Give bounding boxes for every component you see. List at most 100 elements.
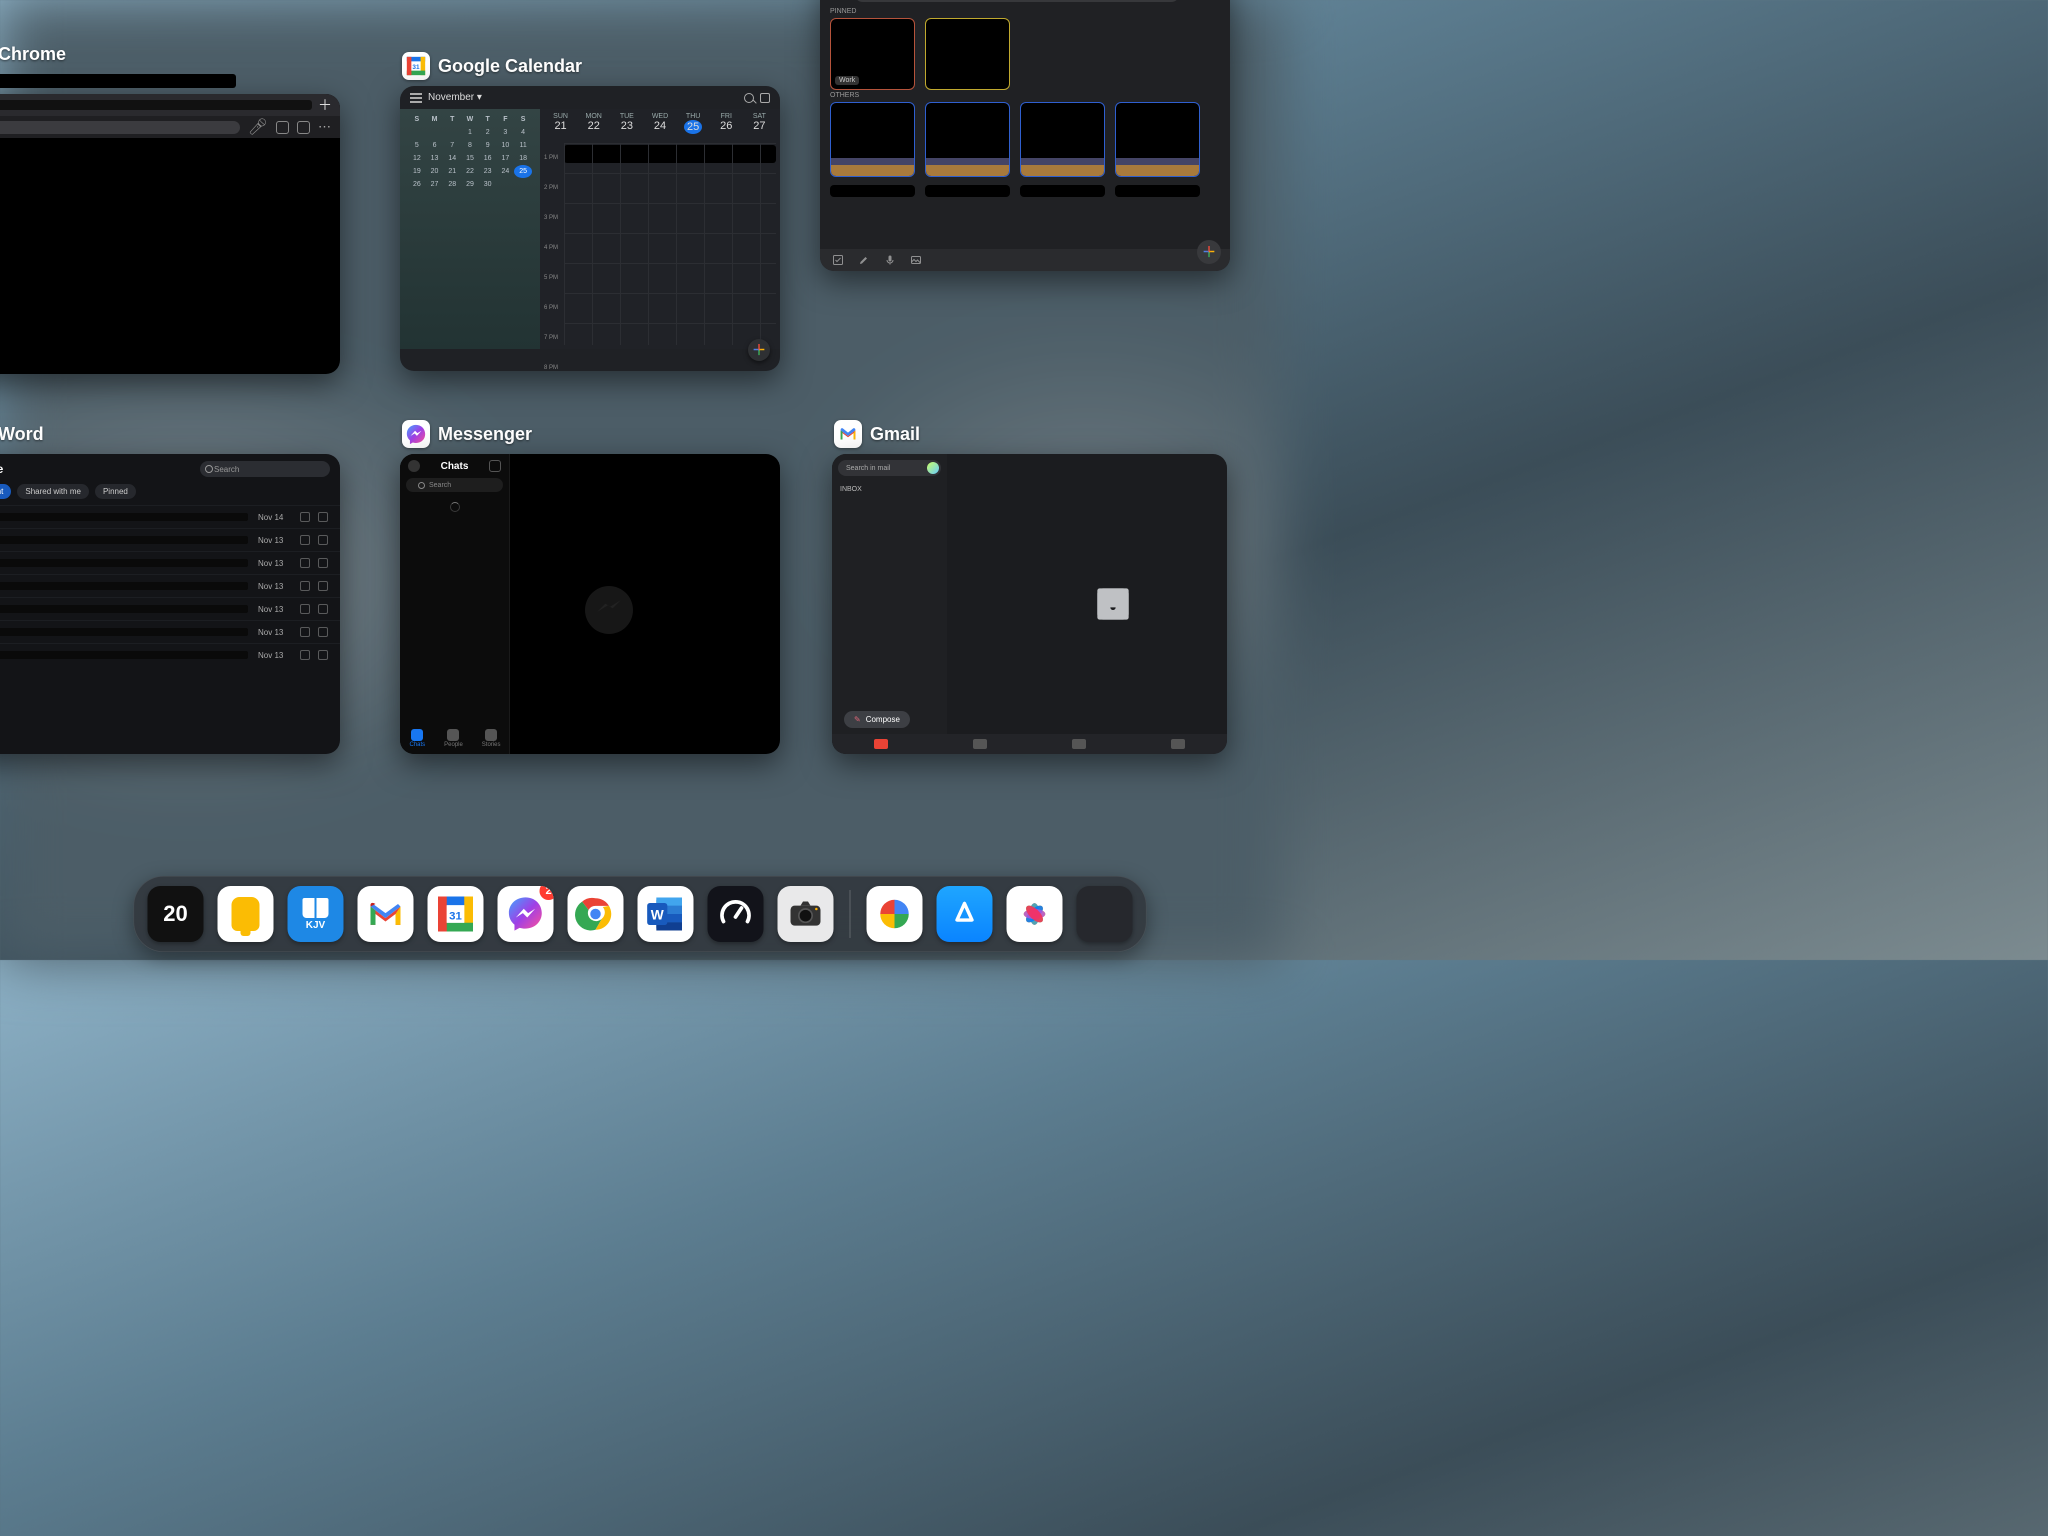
switcher-card-gmail[interactable]: Gmail Search in mail INBOX Compose: [832, 420, 1227, 754]
switcher-card-word[interactable]: W Word Home Search RecentShared with meP…: [0, 420, 340, 754]
more-icon[interactable]: [318, 558, 328, 568]
more-icon[interactable]: [318, 604, 328, 614]
pin-icon[interactable]: [300, 650, 310, 660]
address-bar[interactable]: [0, 121, 240, 134]
dock-app-keep[interactable]: [218, 886, 274, 942]
menu-icon[interactable]: ⋯: [318, 119, 332, 135]
day-column[interactable]: FRI26: [713, 113, 739, 134]
document-row[interactable]: Nov 13: [0, 643, 340, 666]
dock-app-appstore[interactable]: [937, 886, 993, 942]
dock-app-google-photos[interactable]: [867, 886, 923, 942]
filter-tab[interactable]: Recent: [0, 484, 11, 499]
tabs-icon[interactable]: [297, 121, 310, 134]
document-row[interactable]: Nov 14: [0, 505, 340, 528]
day-column[interactable]: TUE23: [614, 113, 640, 134]
image-icon[interactable]: [910, 254, 922, 266]
empty-inbox-icon: [1089, 584, 1137, 624]
dock-app-calendar[interactable]: 31: [428, 886, 484, 942]
dock-app-chrome[interactable]: [568, 886, 624, 942]
day-column[interactable]: SUN21: [548, 113, 574, 134]
nav-chat-icon[interactable]: [973, 739, 987, 749]
document-row[interactable]: Nov 13: [0, 597, 340, 620]
dock-app-gmail[interactable]: [358, 886, 414, 942]
dock-app-bible[interactable]: KJV: [288, 886, 344, 942]
pin-icon[interactable]: [300, 581, 310, 591]
share-icon[interactable]: [276, 121, 289, 134]
dock-app-messenger[interactable]: 2: [498, 886, 554, 942]
day-column[interactable]: MON22: [581, 113, 607, 134]
pin-icon[interactable]: [300, 604, 310, 614]
note-card[interactable]: [925, 18, 1010, 90]
document-row[interactable]: Nov 13: [0, 551, 340, 574]
nav-meet-icon[interactable]: [1171, 739, 1185, 749]
today-icon[interactable]: [760, 93, 770, 103]
note-card[interactable]: Work: [830, 18, 915, 90]
switcher-card-chrome[interactable]: Chrome ＋ ✕ 🎤︎ ⋯: [0, 40, 340, 374]
mini-calendar[interactable]: SMTWTFS123456789101112131415161718192021…: [400, 109, 540, 349]
filter-tab[interactable]: Shared with me: [17, 484, 89, 499]
avatar[interactable]: [927, 462, 939, 474]
switcher-card-calendar[interactable]: 31 Google Calendar November ▾ SMTWTFS123…: [400, 52, 780, 371]
add-note-fab[interactable]: ＋: [1197, 240, 1221, 264]
add-event-fab[interactable]: ＋: [748, 339, 770, 361]
note-card[interactable]: [1115, 102, 1200, 177]
nav-tab[interactable]: Stories: [482, 729, 501, 748]
dock-app-apple-photos[interactable]: [1007, 886, 1063, 942]
more-icon[interactable]: [318, 627, 328, 637]
inbox-label[interactable]: INBOX: [832, 482, 947, 497]
compose-icon[interactable]: [489, 460, 501, 472]
compose-button[interactable]: Compose: [844, 711, 910, 728]
search-input[interactable]: Search your notes: [854, 0, 1180, 2]
dock-app-countdown[interactable]: 20: [148, 886, 204, 942]
card-title: Gmail: [870, 424, 920, 445]
pin-icon[interactable]: [300, 627, 310, 637]
nav-tab[interactable]: People: [444, 729, 463, 748]
day-column[interactable]: THU25: [680, 113, 706, 134]
dock-app-folder[interactable]: [1077, 886, 1133, 942]
schedule-view[interactable]: SUN21MON22TUE23WED24THU25FRI26SAT27 1 PM…: [540, 109, 780, 349]
more-icon[interactable]: [318, 512, 328, 522]
document-row[interactable]: Nov 13: [0, 528, 340, 551]
nav-spaces-icon[interactable]: [1072, 739, 1086, 749]
search-input[interactable]: Search: [406, 478, 503, 492]
nav-tab[interactable]: Chats: [409, 729, 425, 748]
note-card[interactable]: [1020, 185, 1105, 197]
more-icon[interactable]: [318, 650, 328, 660]
day-column[interactable]: WED24: [647, 113, 673, 134]
note-card[interactable]: [925, 102, 1010, 177]
switcher-card-keep[interactable]: ≡ Search your notes PINNED Work OTHERS: [820, 0, 1230, 271]
pin-icon[interactable]: [300, 558, 310, 568]
gmail-icon: [366, 894, 406, 934]
document-row[interactable]: Nov 13: [0, 574, 340, 597]
dock-app-speedtest[interactable]: [708, 886, 764, 942]
hamburger-icon[interactable]: ≡: [830, 0, 839, 4]
brush-icon[interactable]: [858, 254, 870, 266]
note-card[interactable]: [925, 185, 1010, 197]
day-column[interactable]: SAT27: [746, 113, 772, 134]
more-icon[interactable]: [318, 535, 328, 545]
note-card[interactable]: [830, 102, 915, 177]
month-selector[interactable]: November ▾: [428, 92, 482, 103]
pin-icon[interactable]: [300, 512, 310, 522]
checkbox-icon[interactable]: [832, 254, 844, 266]
search-input[interactable]: Search in mail: [838, 460, 941, 476]
filter-tab[interactable]: Pinned: [95, 484, 136, 499]
avatar[interactable]: [408, 460, 420, 472]
dock-app-word[interactable]: W: [638, 886, 694, 942]
note-card[interactable]: [830, 185, 915, 197]
note-card[interactable]: [1115, 185, 1200, 197]
pin-icon[interactable]: [300, 535, 310, 545]
search-icon[interactable]: [744, 93, 754, 103]
mic-icon[interactable]: 🎤︎: [248, 117, 268, 137]
nav-mail-icon[interactable]: [874, 739, 888, 749]
hamburger-icon[interactable]: [410, 93, 422, 103]
dock-app-camera[interactable]: [778, 886, 834, 942]
page-title: Home: [0, 462, 3, 476]
search-input[interactable]: Search: [200, 461, 330, 477]
switcher-card-messenger[interactable]: Messenger Chats Search ChatsPeopleStorie…: [400, 420, 780, 754]
document-row[interactable]: Nov 13: [0, 620, 340, 643]
note-card[interactable]: [1020, 102, 1105, 177]
gmail-icon: [834, 420, 862, 448]
more-icon[interactable]: [318, 581, 328, 591]
mic-icon[interactable]: [884, 254, 896, 266]
